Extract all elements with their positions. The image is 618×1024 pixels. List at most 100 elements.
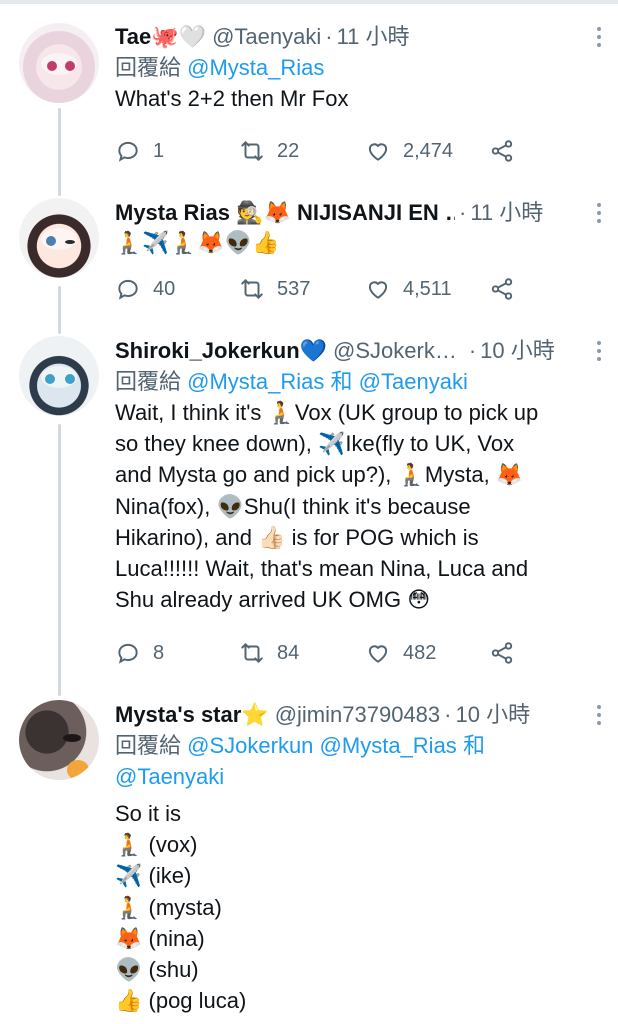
action-bar: 40 537 4,511 — [115, 274, 535, 304]
tweet-text-line: 🧎 (mysta) — [115, 894, 222, 920]
reply-icon — [118, 279, 138, 300]
tweet-header: Mysta's star⭐ @jimin73790483 · 10 小時 — [115, 700, 584, 730]
separator-dot: · — [444, 702, 452, 727]
like-count: 482 — [403, 641, 437, 664]
reply-prefix: 回覆給 — [115, 733, 182, 758]
tweet-header: Tae🐙🤍 @Taenyaki · 11 小時 — [115, 22, 584, 52]
mention-link[interactable]: @Mysta_Rias — [187, 55, 324, 80]
tweet-text: 🧎✈️🧎🦊👽👍 — [115, 228, 584, 259]
separator-dot: · — [325, 24, 333, 49]
retweet-button[interactable]: 537 — [239, 274, 310, 304]
retweet-icon — [241, 643, 263, 663]
like-icon — [368, 281, 388, 299]
reply-icon — [118, 643, 138, 664]
thread-connector — [58, 108, 61, 196]
user-handle[interactable]: @Taenyaki — [212, 22, 321, 52]
like-icon — [368, 645, 388, 663]
user-handle[interactable]: @jimin73790483 — [275, 700, 440, 730]
mention-link[interactable]: @Mysta_Rias — [187, 369, 324, 394]
reply-context: 回覆給 @SJokerkun @Mysta_Rias 和 — [115, 730, 584, 761]
tweet-text: What's 2+2 then Mr Fox — [115, 83, 584, 114]
avatar-eye — [46, 236, 56, 246]
reply-conjunction: 和 — [462, 733, 485, 758]
separator-dot: · — [468, 338, 477, 363]
tweet-text-line: Luca!!!!!! Wait, that's mean Nina, Luca … — [115, 556, 529, 582]
reply-count: 40 — [153, 277, 176, 300]
reply-button[interactable]: 1 — [115, 136, 164, 166]
reply-prefix: 回覆給 — [115, 55, 182, 80]
action-bar: 8 84 482 — [115, 638, 535, 668]
reply-conjunction: 和 — [330, 369, 353, 394]
display-name[interactable]: Tae🐙🤍 — [115, 22, 206, 52]
user-handle[interactable]: @SJokerk… — [333, 336, 457, 366]
tweet-text-line: and Mysta go and pick up?), 🧎Mysta, 🦊 — [115, 462, 524, 488]
retweet-icon — [241, 279, 263, 299]
display-name[interactable]: Mysta's star⭐ — [115, 700, 269, 730]
display-name[interactable]: Mysta Rias 🕵️🦊 NIJISANJI EN … — [115, 198, 455, 228]
reply-prefix: 回覆給 — [115, 369, 182, 394]
reply-context: @Taenyaki — [115, 761, 584, 792]
more-icon[interactable] — [592, 700, 606, 730]
share-button[interactable] — [489, 638, 527, 668]
reply-context: 回覆給 @Mysta_Rias — [115, 52, 584, 83]
tweet-text-line: What's 2+2 then Mr Fox — [115, 86, 349, 111]
share-icon — [491, 642, 513, 664]
share-button[interactable] — [489, 274, 527, 304]
avatar[interactable] — [19, 700, 99, 780]
retweet-button[interactable]: 22 — [239, 136, 299, 166]
timestamp[interactable]: 11 小時 — [337, 22, 410, 52]
retweet-count: 537 — [277, 277, 311, 300]
mention-link[interactable]: @Taenyaki — [359, 369, 468, 394]
avatar-detail — [67, 760, 89, 780]
tweet-text-line: Wait, I think it's 🧎Vox (UK group to pic… — [115, 400, 539, 425]
more-icon[interactable] — [592, 22, 606, 52]
tweet-text: Wait, I think it's 🧎Vox (UK group to pic… — [115, 397, 584, 615]
tweet-text-line: 👽 (shu) — [115, 957, 199, 983]
avatar-eye — [47, 61, 57, 71]
share-icon — [491, 278, 513, 300]
top-divider — [0, 0, 618, 4]
more-icon[interactable] — [592, 198, 606, 228]
display-name[interactable]: Shiroki_Jokerkun💙 — [115, 336, 327, 366]
avatar[interactable] — [19, 336, 99, 416]
tweet-text-line: 🧎 (vox) — [115, 832, 198, 858]
share-button[interactable] — [489, 136, 527, 166]
share-icon — [491, 140, 513, 162]
tweet-text-line: 🦊 (nina) — [115, 925, 205, 951]
like-count: 4,511 — [403, 277, 452, 300]
thread-connector — [58, 286, 61, 334]
tweet-text-line: Nina(fox), 👽Shu(I think it's because — [115, 493, 471, 519]
like-button[interactable]: 2,474 — [365, 136, 453, 166]
reply-count: 8 — [153, 641, 165, 664]
thread-connector — [58, 424, 61, 696]
tweet-header: Mysta Rias 🕵️🦊 NIJISANJI EN … · 11 小時 — [115, 198, 584, 228]
like-count: 2,474 — [403, 139, 454, 162]
retweet-button[interactable]: 84 — [239, 638, 299, 668]
tweet-text: So it is 🧎 (vox) ✈️ (ike) 🧎 (mysta) 🦊 (n… — [115, 798, 584, 1016]
tweet-text-line: ✈️ (ike) — [115, 863, 192, 889]
tweet-text-line: so they knee down), ✈️Ike(fly to UK, Vox — [115, 431, 515, 457]
mention-link[interactable]: @Taenyaki — [115, 764, 224, 789]
tweet-header: Shiroki_Jokerkun💙 @SJokerk… · 10 小時 — [115, 336, 584, 366]
tweet-text-line: 👍 (pog luca) — [115, 988, 247, 1014]
timestamp[interactable]: 10 小時 — [480, 336, 555, 366]
like-button[interactable]: 4,511 — [365, 274, 452, 304]
timestamp[interactable]: 10 小時 — [455, 700, 530, 730]
like-icon — [368, 143, 388, 161]
more-icon[interactable] — [592, 336, 606, 366]
avatar[interactable] — [19, 23, 99, 103]
mention-link[interactable]: @SJokerkun — [187, 733, 313, 758]
tweet-text-line: Hikarino), and 👍🏻 is for POG which is — [115, 524, 479, 550]
like-button[interactable]: 482 — [365, 638, 436, 668]
reply-button[interactable]: 40 — [115, 274, 175, 304]
avatar-eye — [45, 374, 55, 384]
avatar[interactable] — [19, 198, 99, 278]
mention-link[interactable]: @Mysta_Rias — [320, 733, 457, 758]
separator-dot: · — [459, 200, 467, 225]
avatar-eye — [65, 374, 75, 384]
timestamp[interactable]: 11 小時 — [470, 198, 543, 228]
avatar-eye — [65, 61, 75, 71]
tweet-text-line: So it is — [115, 801, 182, 826]
reply-button[interactable]: 8 — [115, 638, 164, 668]
retweet-count: 22 — [277, 139, 300, 162]
